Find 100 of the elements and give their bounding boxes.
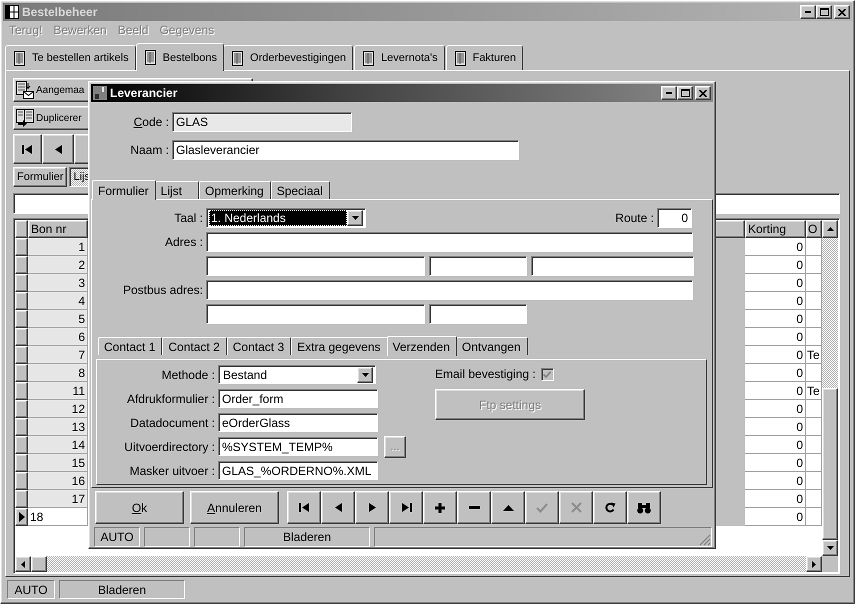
close-button[interactable] bbox=[695, 86, 711, 100]
tab[interactable]: Fakturen bbox=[446, 45, 524, 70]
cancel-button[interactable]: Annuleren bbox=[190, 491, 279, 524]
scroll-thumb[interactable] bbox=[31, 556, 47, 572]
table-cell bbox=[806, 508, 822, 526]
row-selector[interactable] bbox=[15, 454, 28, 472]
text-field[interactable]: 0 bbox=[657, 208, 692, 228]
text-field[interactable] bbox=[206, 280, 693, 300]
scroll-up-button[interactable] bbox=[822, 220, 838, 238]
previous-record-button[interactable] bbox=[42, 134, 74, 164]
first-record-button[interactable] bbox=[287, 491, 321, 524]
row-selector[interactable] bbox=[15, 472, 28, 490]
tab[interactable]: Levernota's bbox=[354, 45, 445, 70]
status-state: Bladeren bbox=[244, 527, 370, 547]
row-selector[interactable] bbox=[15, 274, 28, 292]
row-selector[interactable] bbox=[15, 292, 28, 310]
tab-label: Orderbevestigingen bbox=[250, 52, 346, 64]
column-header[interactable]: O bbox=[806, 220, 822, 238]
dropdown[interactable]: 1. Nederlands bbox=[206, 208, 366, 228]
text-field[interactable] bbox=[206, 304, 425, 324]
tab[interactable]: Contact 1 bbox=[98, 337, 162, 355]
ok-button[interactable]: Ok bbox=[95, 491, 184, 524]
tab[interactable]: Opmerking bbox=[199, 181, 271, 199]
text-field[interactable]: GLAS bbox=[172, 112, 352, 132]
tab[interactable]: Bestelbons bbox=[136, 43, 224, 71]
text-field[interactable]: GLAS_%ORDERNO%.XML bbox=[218, 461, 378, 480]
row-selector[interactable] bbox=[15, 436, 28, 454]
previous-record-button[interactable] bbox=[321, 491, 355, 524]
text-field[interactable]: eOrderGlass bbox=[218, 413, 378, 432]
column-header[interactable]: Korting bbox=[745, 220, 806, 238]
text-field[interactable] bbox=[206, 232, 693, 252]
text-field[interactable] bbox=[531, 256, 694, 276]
table-cell bbox=[806, 292, 822, 310]
tab[interactable]: Ontvangen bbox=[456, 337, 528, 355]
horizontal-scrollbar[interactable] bbox=[15, 556, 822, 572]
table-cell: 0 bbox=[745, 490, 806, 508]
row-selector[interactable] bbox=[15, 490, 28, 508]
triangle-left-icon bbox=[334, 503, 342, 512]
dropdown-button[interactable] bbox=[357, 366, 373, 382]
tab[interactable]: Verzenden bbox=[386, 336, 457, 356]
next-record-button[interactable] bbox=[355, 491, 389, 524]
text-field[interactable] bbox=[429, 256, 527, 276]
tab[interactable]: Te bestellen artikels bbox=[5, 45, 136, 70]
check-icon bbox=[536, 502, 548, 512]
status-panel bbox=[194, 527, 240, 547]
delete-record-button[interactable] bbox=[457, 491, 491, 524]
tab[interactable]: Speciaal bbox=[270, 181, 330, 199]
last-record-button[interactable] bbox=[389, 491, 423, 524]
row-selector[interactable] bbox=[15, 508, 28, 526]
ledger-icon bbox=[14, 50, 25, 66]
search-button[interactable] bbox=[627, 491, 661, 524]
table-cell: 0 bbox=[745, 364, 806, 382]
tab[interactable]: Orderbevestigingen bbox=[223, 45, 354, 70]
table-cell bbox=[806, 364, 822, 382]
maximize-button[interactable] bbox=[816, 5, 832, 19]
close-button[interactable] bbox=[834, 5, 850, 19]
text-field[interactable]: %SYSTEM_TEMP% bbox=[218, 437, 378, 456]
tab[interactable]: Extra gegevens bbox=[291, 337, 388, 355]
vertical-scrollbar[interactable] bbox=[822, 220, 838, 556]
minimize-button[interactable] bbox=[661, 86, 677, 100]
caret-right-icon bbox=[812, 560, 816, 568]
row-selector[interactable] bbox=[15, 328, 28, 346]
view-tab[interactable]: Formulier bbox=[13, 167, 68, 187]
refresh-button[interactable] bbox=[593, 491, 627, 524]
row-selector[interactable] bbox=[15, 364, 28, 382]
maximize-icon bbox=[820, 8, 828, 16]
table-cell bbox=[806, 418, 822, 436]
edit-record-button[interactable] bbox=[491, 491, 525, 524]
tab[interactable]: Formulier bbox=[92, 180, 156, 200]
row-selector[interactable] bbox=[15, 418, 28, 436]
field-label: Taal : bbox=[173, 211, 203, 225]
maximize-button[interactable] bbox=[677, 86, 693, 100]
scroll-left-button[interactable] bbox=[15, 556, 31, 572]
scroll-right-button[interactable] bbox=[806, 556, 822, 572]
add-record-button[interactable] bbox=[423, 491, 457, 524]
row-selector[interactable] bbox=[15, 238, 28, 256]
field-label: Code : bbox=[132, 115, 169, 129]
minimize-button[interactable] bbox=[800, 5, 816, 19]
first-record-button[interactable] bbox=[13, 134, 42, 164]
scroll-down-button[interactable] bbox=[822, 540, 838, 556]
text-field[interactable]: Glasleverancier bbox=[172, 140, 519, 160]
row-selector[interactable] bbox=[15, 310, 28, 328]
tab[interactable]: Contact 3 bbox=[226, 337, 292, 355]
tab[interactable]: Contact 2 bbox=[162, 337, 227, 355]
table-cell: 1 bbox=[28, 238, 88, 256]
row-selector[interactable] bbox=[15, 382, 28, 400]
row-selector[interactable] bbox=[15, 256, 28, 274]
minimize-icon bbox=[666, 92, 672, 94]
table-cell bbox=[806, 472, 822, 490]
row-selector[interactable] bbox=[15, 346, 28, 364]
dropdown-button[interactable] bbox=[347, 210, 363, 226]
text-field[interactable]: Order_form bbox=[218, 389, 378, 408]
row-selector[interactable] bbox=[15, 400, 28, 418]
dropdown[interactable]: Bestand bbox=[218, 365, 376, 384]
scroll-thumb[interactable] bbox=[822, 388, 838, 540]
tab[interactable]: Lijst bbox=[154, 181, 200, 199]
text-field[interactable] bbox=[206, 256, 425, 276]
column-header[interactable]: Bon nr bbox=[28, 220, 88, 238]
text-field[interactable] bbox=[429, 304, 527, 324]
refresh-icon bbox=[604, 502, 616, 513]
